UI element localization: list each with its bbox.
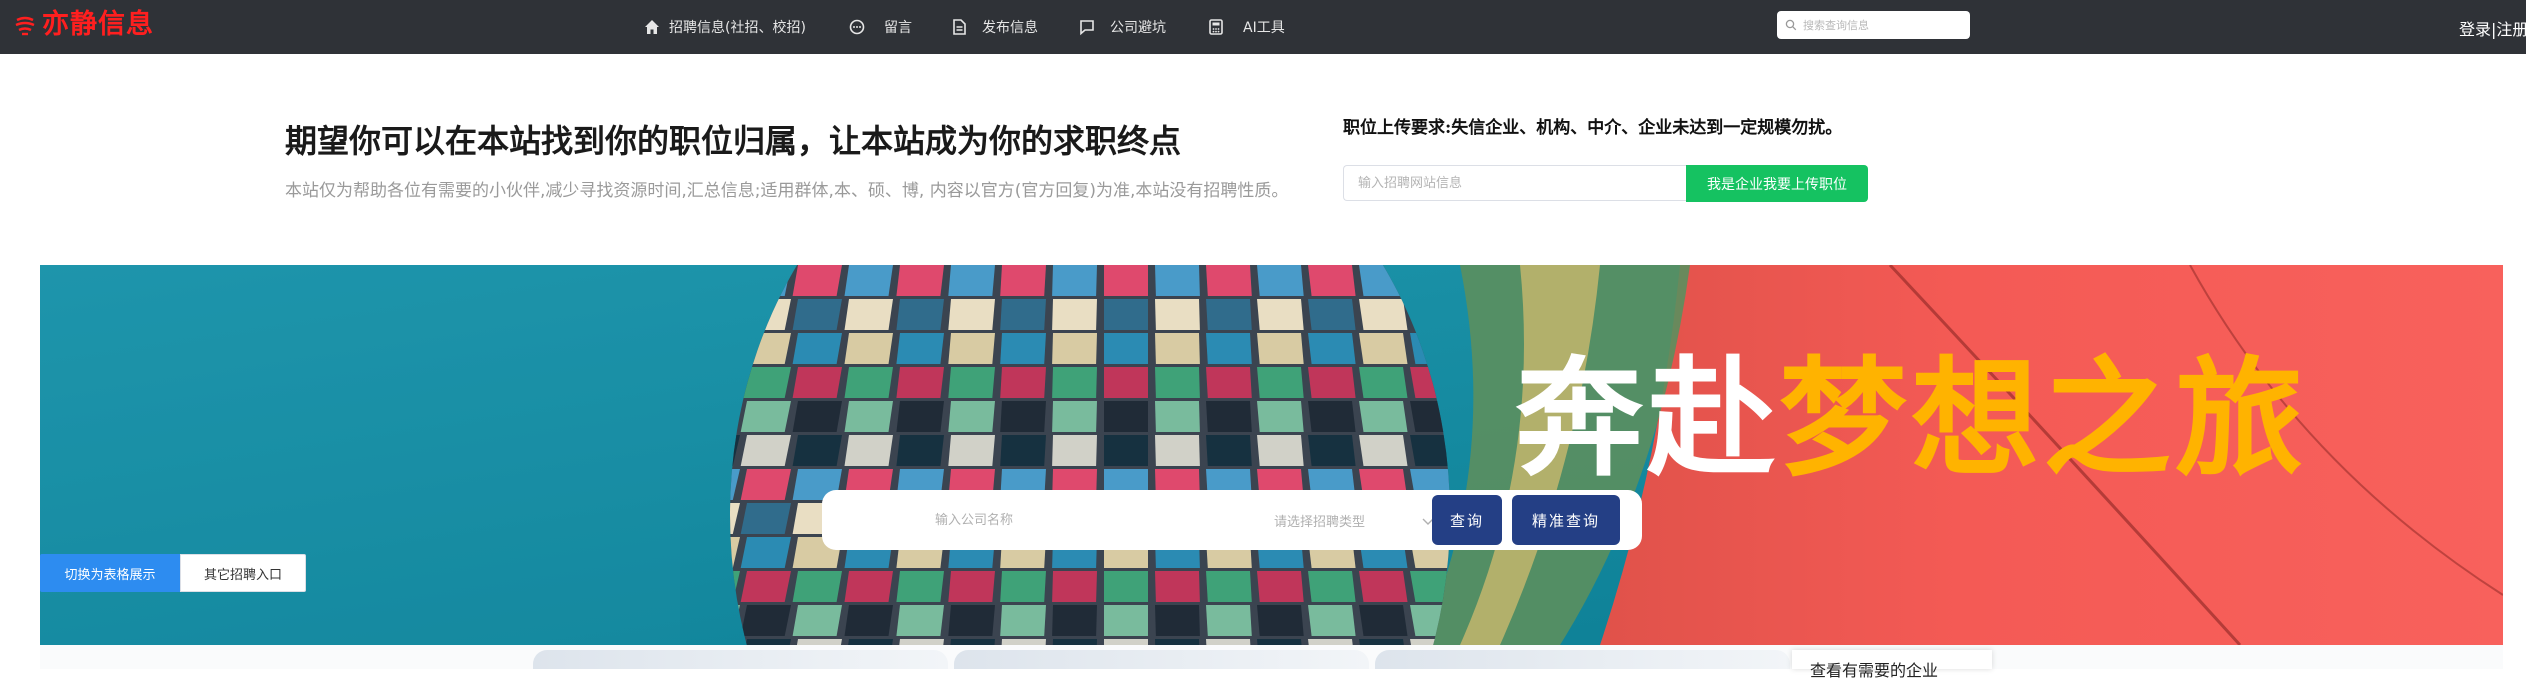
slogan-white-part: 奔赴 [1515,345,1780,494]
company-card[interactable] [533,650,948,669]
chat-bubble-icon [848,18,866,36]
recruitment-type-placeholder: 请选择招聘类型 [1274,514,1366,530]
nav-item-label: 招聘信息(社招、校招) [669,20,806,36]
company-name-input[interactable] [935,502,1235,538]
recruitment-type-select[interactable]: 请选择招聘类型 [1274,502,1434,538]
page-description: 本站仅为帮助各位有需要的小伙伴,减少寻找资源时间,汇总信息;适用群体,本、硕、博… [285,181,1289,201]
nav-item-label: 发布信息 [982,20,1038,36]
nav-item-company-pitfalls[interactable]: 公司避坑 [1078,0,1166,54]
toggle-table-view-button[interactable]: 切换为表格展示 [40,554,180,592]
top-navbar: 亦静信息 招聘信息(社招、校招) 留言 发布信息 公司避坑 AI工具 搜索查询信… [0,0,2526,54]
message-square-icon [1078,18,1096,36]
nav-item-messages[interactable]: 留言 [848,0,912,54]
calculator-icon [1207,18,1225,36]
nav-item-label: 公司避坑 [1110,20,1166,36]
query-button[interactable]: 查询 [1432,495,1502,545]
banner-slogan: 奔赴梦想之旅 [1515,345,2307,495]
home-icon [643,18,661,36]
document-icon [950,18,968,36]
page-headline: 期望你可以在本站找到你的职位归属，让本站成为你的求职终点 [285,122,1182,160]
company-card[interactable] [954,650,1369,669]
site-search[interactable] [1777,11,1970,39]
brand-mark-icon [14,14,36,36]
search-input[interactable] [1803,18,1953,32]
query-bar: 请选择招聘类型 查询 精准查询 [822,490,1642,550]
side-panel-title: 查看有需要的企业 [1810,661,1939,680]
nav-item-publish[interactable]: 发布信息 [950,0,1038,54]
brand-name: 亦静信息 [42,9,154,40]
brand-logo[interactable]: 亦静信息 [14,10,154,40]
search-icon [1785,16,1797,35]
slogan-yellow-part: 梦想之旅 [1779,345,2308,494]
login-register-link[interactable]: 登录|注册 [2459,16,2526,40]
company-card[interactable] [1375,650,1790,669]
nav-item-label: AI工具 [1243,20,1285,36]
hero-banner: 奔赴梦想之旅 [40,265,2503,645]
nav-item-label: 留言 [884,20,912,36]
upload-job-button[interactable]: 我是企业我要上传职位 [1686,165,1868,202]
upload-requirement-note: 职位上传要求:失信企业、机构、中介、企业未达到一定规模勿扰。 [1343,118,1843,138]
nav-item-ai-tools[interactable]: AI工具 [1207,0,1285,54]
precise-query-button[interactable]: 精准查询 [1512,495,1620,545]
recruitment-site-input[interactable] [1343,165,1687,201]
other-recruitment-entry-button[interactable]: 其它招聘入口 [180,554,306,592]
nav-item-jobs[interactable]: 招聘信息(社招、校招) [643,0,806,54]
